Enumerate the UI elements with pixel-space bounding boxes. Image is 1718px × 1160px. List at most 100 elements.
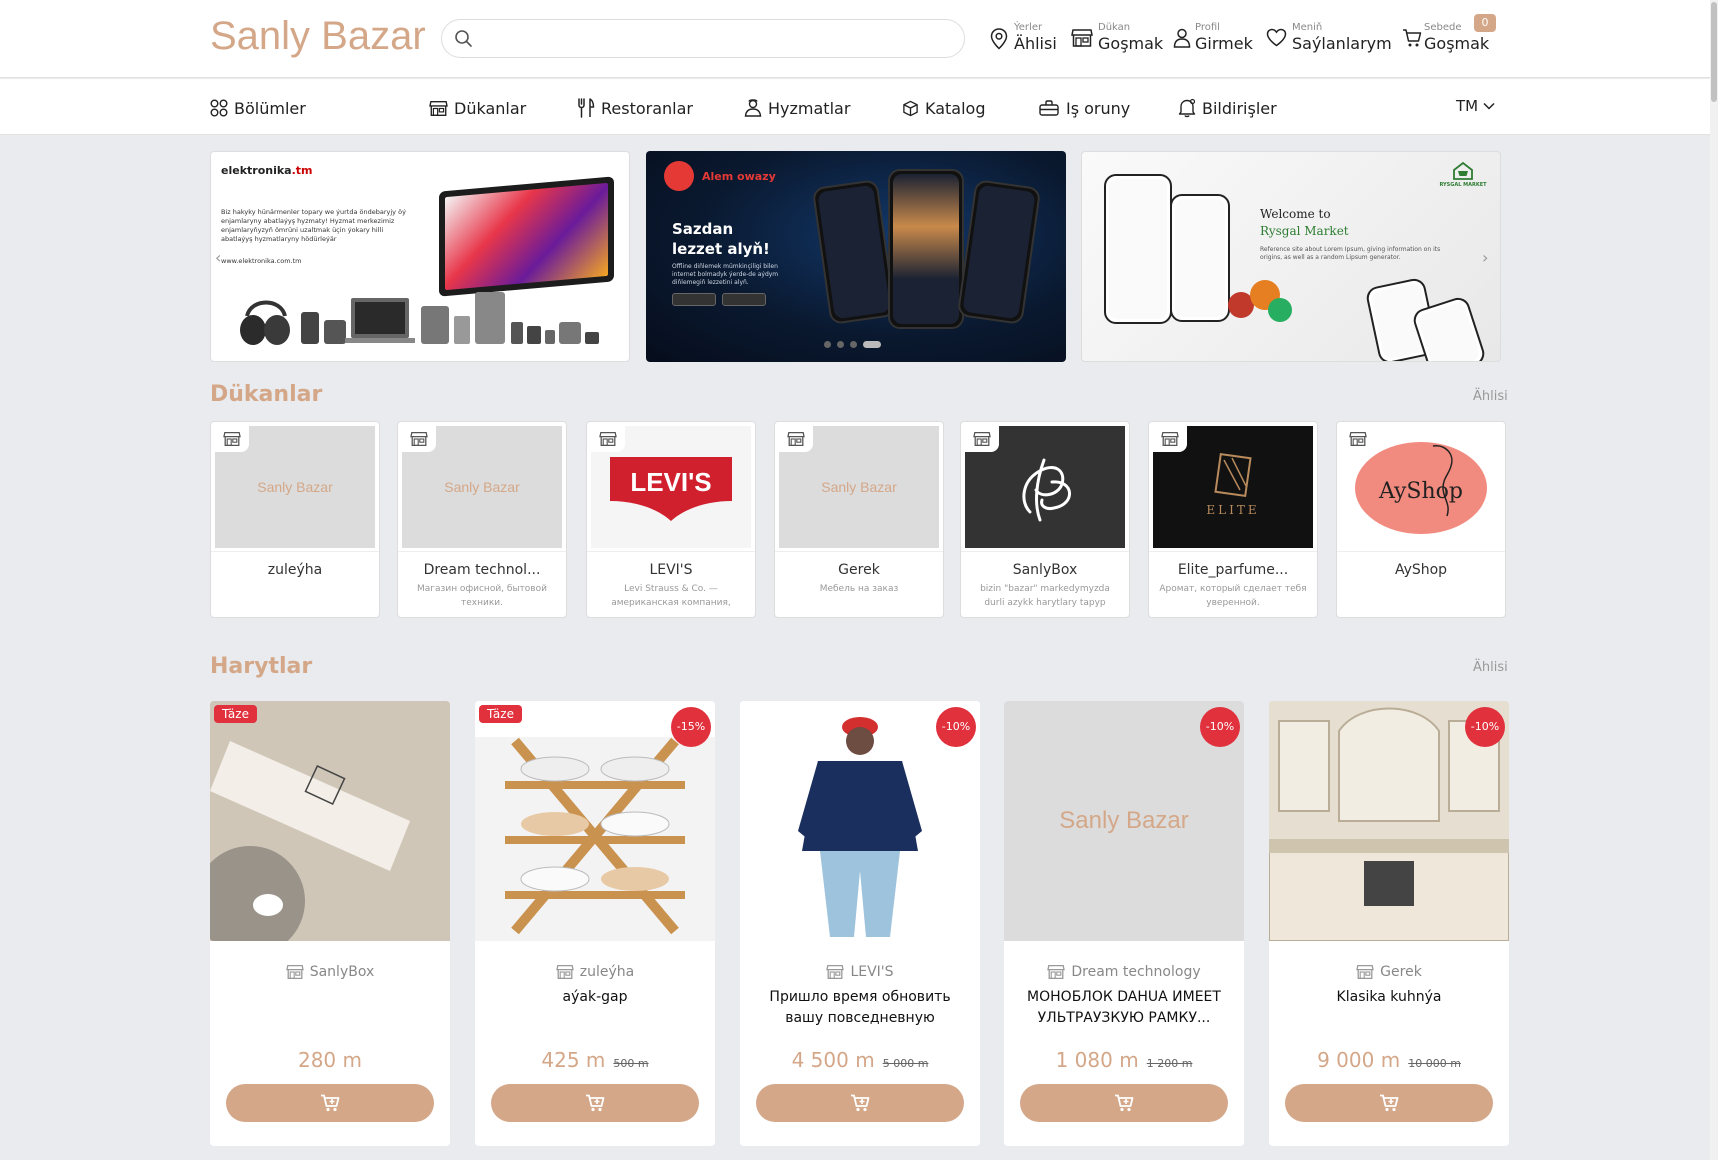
discount-badge: -10% bbox=[1200, 707, 1240, 747]
sanlybox-monogram-logo bbox=[1022, 458, 1071, 522]
shop-name: Gerek bbox=[838, 562, 880, 578]
product-shop[interactable]: SanlyBox bbox=[210, 964, 450, 980]
app-store-badge[interactable] bbox=[722, 293, 766, 306]
profile-link[interactable]: Profil Girmek bbox=[1173, 22, 1253, 56]
shop-badge bbox=[402, 426, 436, 452]
google-play-badge[interactable] bbox=[672, 293, 716, 306]
phone-illustration bbox=[1170, 194, 1230, 322]
shop-card[interactable]: AyShop AyShop bbox=[1336, 421, 1506, 618]
electronics-devices-illustration bbox=[240, 292, 599, 345]
product-price: 280 m bbox=[210, 1048, 450, 1072]
nav-label: Katalog bbox=[925, 98, 986, 118]
product-price: 1 080 m 1 200 m bbox=[1004, 1048, 1244, 1072]
shop-card[interactable]: Sanly Bazar Gerek Мебель на заказ bbox=[774, 421, 944, 618]
nav-item-categories[interactable]: Bölümler bbox=[210, 97, 306, 119]
shop-card[interactable]: LEVI'S LEVI'S Levi Strauss & Co. — америка… bbox=[586, 421, 756, 618]
svg-text:AyShop: AyShop bbox=[1378, 479, 1463, 504]
carousel-prev-arrow[interactable]: ‹ bbox=[215, 248, 221, 267]
product-shop[interactable]: zuleýha bbox=[475, 964, 715, 980]
shop-card[interactable]: Sanly Bazar Dream technol... Магазин офисн… bbox=[397, 421, 567, 618]
product-shop-name: Dream technology bbox=[1071, 964, 1201, 980]
add-shop-link[interactable]: Dükan Goşmak bbox=[1071, 22, 1171, 56]
svg-text:LEVI'S: LEVI'S bbox=[630, 467, 711, 497]
favorites-label: Saýlanlarym bbox=[1292, 34, 1392, 53]
carousel-dot[interactable] bbox=[850, 341, 857, 348]
product-name[interactable]: aýak-gap bbox=[489, 987, 701, 1029]
chevron-down-icon bbox=[1483, 102, 1495, 110]
service-worker-icon bbox=[744, 99, 762, 117]
shop-card[interactable]: ELITE Elite_parfume... Аромат, который сде… bbox=[1148, 421, 1318, 618]
product-card[interactable]: -10% Gerek Klasika kuhnýa 9 000 m 10 000 m bbox=[1269, 701, 1509, 1146]
banner-description: Biz hakyky hünärmenler topary we ýurtda … bbox=[221, 208, 406, 243]
product-name[interactable] bbox=[224, 987, 436, 1029]
search-input[interactable] bbox=[480, 28, 950, 50]
product-shop[interactable]: Gerek bbox=[1269, 964, 1509, 980]
products-see-all-link[interactable]: Ählisi bbox=[1473, 660, 1508, 675]
card-divider bbox=[775, 551, 943, 552]
carousel-dot-active[interactable] bbox=[863, 341, 881, 348]
places-caption: Ýerler bbox=[1014, 22, 1043, 33]
shops-see-all-link[interactable]: Ählisi bbox=[1473, 389, 1508, 404]
nav-item-shops[interactable]: Dükanlar bbox=[429, 97, 526, 119]
carousel-dot[interactable] bbox=[824, 341, 831, 348]
page-scrollbar[interactable] bbox=[1710, 0, 1718, 1160]
add-to-cart-button[interactable] bbox=[1020, 1084, 1228, 1122]
nav-item-restaurants[interactable]: Restoranlar bbox=[577, 97, 693, 119]
banner-elektronika[interactable]: elektronika.tm Biz hakyky hünärmenler to… bbox=[210, 151, 630, 362]
search-box[interactable] bbox=[441, 19, 965, 58]
language-selector[interactable]: TM bbox=[1456, 97, 1495, 115]
product-card[interactable]: Sanly Bazar -10% Dream technology МОНОБЛОК … bbox=[1004, 701, 1244, 1146]
add-to-cart-button[interactable] bbox=[1285, 1084, 1493, 1122]
nav-item-services[interactable]: Hyzmatlar bbox=[744, 97, 850, 119]
banner-alem-owazy[interactable]: Alem owazy Sazdan lezzet alyň! Offline di… bbox=[646, 151, 1066, 362]
banner-title: Sazdan lezzet alyň! bbox=[672, 220, 770, 258]
favorites-caption: Meniň bbox=[1292, 22, 1323, 33]
shop-description: Мебель на заказ bbox=[819, 584, 899, 594]
svg-text:ELITE: ELITE bbox=[1206, 503, 1259, 517]
add-to-cart-button[interactable] bbox=[756, 1084, 964, 1122]
fork-knife-icon bbox=[578, 98, 595, 118]
store-icon bbox=[599, 431, 617, 447]
shop-card[interactable]: SanlyBox bizin "bazar" markedymyzda durli… bbox=[960, 421, 1130, 618]
cart-plus-icon bbox=[1380, 1094, 1399, 1112]
carousel-dot[interactable] bbox=[837, 341, 844, 348]
add-to-cart-button[interactable] bbox=[491, 1084, 699, 1122]
shop-description bbox=[221, 582, 369, 612]
nav-item-jobs[interactable]: Iş oruny bbox=[1038, 97, 1130, 119]
product-card[interactable]: Täze -15% zuleýha aýak-gap 425 m 500 m bbox=[475, 701, 715, 1146]
shops-section-title: Dükanlar bbox=[210, 382, 323, 407]
product-shop[interactable]: LEVI'S bbox=[740, 964, 980, 980]
shop-badge bbox=[779, 426, 813, 452]
discount-badge: -15% bbox=[671, 707, 711, 747]
current-price: 9 000 m bbox=[1317, 1048, 1401, 1072]
site-logo[interactable]: Sanly Bazar bbox=[210, 14, 426, 59]
carousel-next-arrow[interactable]: › bbox=[1482, 248, 1488, 267]
nav-label: Iş oruny bbox=[1066, 98, 1131, 118]
scrollbar-thumb[interactable] bbox=[1711, 2, 1717, 102]
add-to-cart-button[interactable] bbox=[226, 1084, 434, 1122]
product-name[interactable]: Пришло время обновить вашу повседневную … bbox=[754, 987, 966, 1029]
nav-item-catalog[interactable]: Katalog bbox=[902, 97, 985, 119]
shop-description: Магазин офисной, бытовой техники. bbox=[417, 584, 547, 608]
product-name[interactable]: МОНОБЛОК DAHUA ИМЕЕТ УЛЬТРАУЗКУЮ РАМКУ..… bbox=[1018, 987, 1230, 1029]
product-image[interactable] bbox=[210, 701, 450, 941]
store-icon bbox=[1071, 29, 1093, 47]
phone-illustration bbox=[956, 179, 1042, 325]
favorites-link[interactable]: Meniň Saýlanlarym bbox=[1266, 22, 1394, 56]
shop-card[interactable]: Sanly Bazar zuleýha bbox=[210, 421, 380, 618]
shop-badge bbox=[965, 426, 999, 452]
product-card[interactable]: Täze SanlyBox 280 m bbox=[210, 701, 450, 1146]
store-icon bbox=[555, 964, 574, 980]
vegetable-illustration bbox=[1268, 298, 1292, 322]
product-shop[interactable]: Dream technology bbox=[1004, 964, 1244, 980]
shop-description: Аромат, который сделает тебя уверенной. bbox=[1159, 584, 1307, 608]
nav-item-notifications[interactable]: Bildirişler bbox=[1178, 97, 1277, 119]
product-name[interactable]: Klasika kuhnýa bbox=[1283, 987, 1495, 1029]
banner-rysgal-market[interactable]: Welcome to Rysgal Market Reference site a… bbox=[1081, 151, 1501, 362]
store-icon bbox=[1047, 964, 1066, 980]
product-card[interactable]: -10% LEVI'S Пришло время обновить вашу пов… bbox=[740, 701, 980, 1146]
music-note-icon bbox=[664, 161, 694, 191]
phone-illustration bbox=[888, 169, 964, 329]
places-link[interactable]: Ýerler Ählisi bbox=[990, 22, 1057, 56]
store-icon bbox=[1356, 964, 1374, 980]
